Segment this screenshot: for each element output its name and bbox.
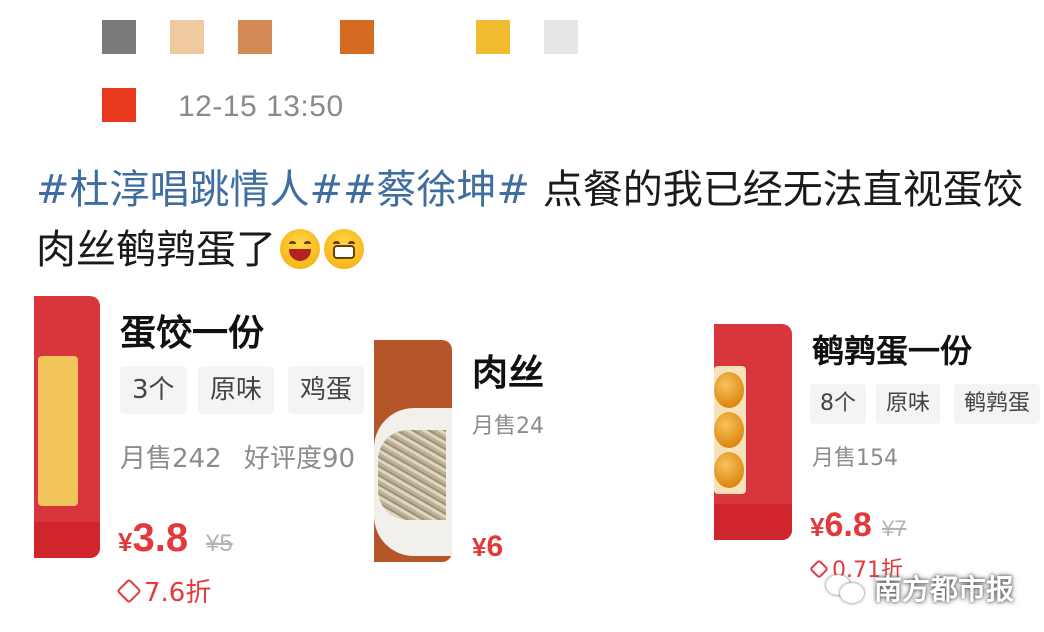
- color-swatch-tan: [238, 20, 272, 54]
- item-title[interactable]: 肉丝: [472, 344, 544, 396]
- item-price: ¥3.8: [118, 516, 189, 560]
- color-swatch-red: [102, 88, 136, 122]
- color-swatch-orange: [340, 20, 374, 54]
- color-swatch-yellow: [476, 20, 510, 54]
- item-image-shredded-meat[interactable]: [374, 340, 452, 562]
- color-swatch-beige: [170, 20, 204, 54]
- hashtag-link[interactable]: #蔡徐坤#: [343, 167, 530, 213]
- laughing-face-icon: [280, 229, 320, 269]
- discount-tag-icon: [116, 578, 142, 604]
- item-price: ¥6: [472, 530, 504, 563]
- item-image-egg-dumpling[interactable]: [34, 296, 100, 558]
- watermark-text: 南方都市报: [873, 573, 1014, 606]
- item-title[interactable]: 蛋饺一份: [120, 304, 264, 356]
- color-swatch-lightgray: [544, 20, 578, 54]
- item-tag: 鹌鹑蛋: [954, 384, 1041, 424]
- item-original-price: ¥7: [882, 516, 907, 541]
- item-tag: 3个: [120, 366, 187, 414]
- item-sales: 月售242: [120, 444, 222, 474]
- item-sales: 月售24: [472, 414, 544, 439]
- item-original-price: ¥5: [206, 530, 233, 557]
- item-tag: 原味: [198, 366, 275, 414]
- item-discount: 7.6折: [116, 572, 211, 609]
- item-image-quail-eggs[interactable]: [714, 324, 792, 540]
- item-tag: 原味: [876, 384, 941, 424]
- color-swatch-gray: [102, 20, 136, 54]
- grinning-face-icon: [324, 229, 364, 269]
- watermark: 南方都市报: [825, 568, 1014, 608]
- hashtag-link[interactable]: #杜淳唱跳情人#: [36, 167, 343, 213]
- item-sales: 月售154: [812, 446, 898, 471]
- item-title[interactable]: 鹌鹑蛋一份: [812, 326, 972, 372]
- post-text: #杜淳唱跳情人##蔡徐坤# 点餐的我已经无法直视蛋饺肉丝鹌鹑蛋了: [36, 160, 1026, 280]
- item-rating: 好评度90: [244, 444, 356, 474]
- item-tag: 8个: [810, 384, 866, 424]
- post-timestamp: 12-15 13:50: [178, 90, 344, 123]
- wechat-icon: [825, 573, 866, 603]
- item-price: ¥6.8: [810, 506, 872, 544]
- item-tag: 鸡蛋: [288, 366, 365, 414]
